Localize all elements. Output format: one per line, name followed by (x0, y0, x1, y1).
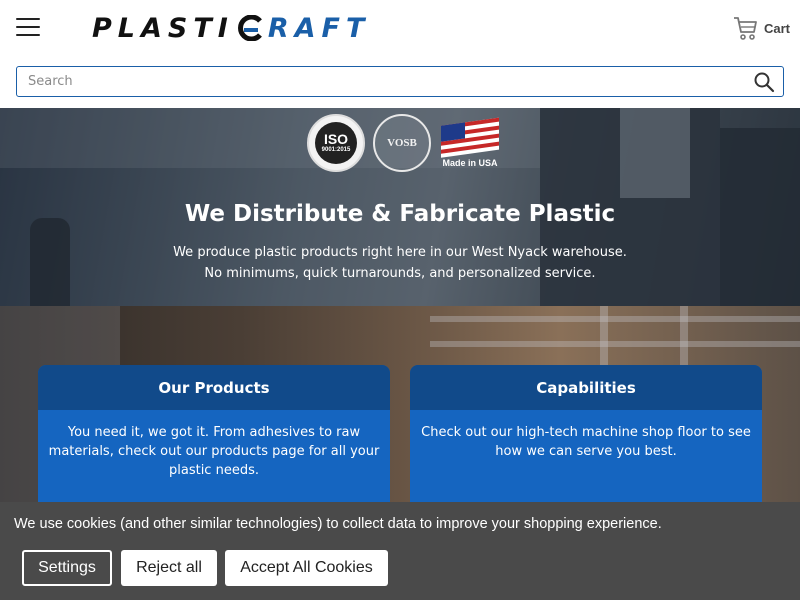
cookie-banner: We use cookies (and other similar techno… (0, 502, 800, 600)
logo-text-part2: RAFT (267, 12, 371, 44)
shelf-line (430, 316, 800, 322)
hero-banner: ISO 9001:2015 VOSB Made in USA We Distri… (0, 108, 800, 306)
iso-badge-inner: ISO 9001:2015 (315, 122, 357, 164)
search-input[interactable] (17, 67, 747, 96)
cart-icon (733, 17, 757, 40)
hero-subtitle-line2: No minimums, quick turnarounds, and pers… (204, 266, 596, 281)
shelf-line (430, 341, 800, 347)
hero-title: We Distribute & Fabricate Plastic (184, 201, 616, 227)
iso-badge-subtitle: 9001:2015 (321, 147, 351, 153)
cookie-banner-text: We use cookies (and other similar techno… (14, 516, 662, 532)
logo-c-mark-icon (237, 15, 262, 41)
site-logo[interactable]: PLASTI RAFT (92, 12, 370, 44)
card-our-products[interactable]: Our Products You need it, we got it. Fro… (38, 365, 390, 502)
card-our-products-title: Our Products (38, 365, 390, 410)
usa-badge-text: Made in USA (442, 158, 498, 168)
usa-flag-icon (441, 117, 499, 158)
cookie-reject-all-button[interactable]: Reject all (121, 550, 217, 586)
hero-subtitle-line1: We produce plastic products right here i… (173, 245, 627, 260)
cookie-accept-all-button[interactable]: Accept All Cookies (225, 550, 388, 586)
iso-badge-title: ISO (323, 131, 349, 147)
cookie-settings-button[interactable]: Settings (22, 550, 112, 586)
services-section: Our Products You need it, we got it. Fro… (0, 306, 800, 502)
iso-badge: ISO 9001:2015 (307, 114, 365, 172)
card-capabilities[interactable]: Capabilities Check out our high-tech mac… (410, 365, 762, 502)
vosb-badge-text: VOSB (387, 137, 417, 149)
vosb-badge: VOSB (373, 114, 431, 172)
logo-text-part1: PLASTI (92, 12, 234, 44)
cart-label: Cart (763, 20, 790, 36)
search-bar (16, 66, 784, 97)
card-capabilities-body: Check out our high-tech machine shop flo… (421, 425, 751, 459)
hamburger-menu-icon[interactable] (16, 18, 40, 38)
card-capabilities-title: Capabilities (410, 365, 762, 410)
search-icon[interactable] (753, 71, 775, 93)
site-header: PLASTI RAFT Cart (0, 0, 800, 56)
certification-badges: ISO 9001:2015 VOSB Made in USA (307, 112, 501, 174)
card-our-products-body: You need it, we got it. From adhesives t… (48, 425, 380, 478)
made-in-usa-badge: Made in USA (439, 114, 501, 172)
cart-button[interactable]: Cart (732, 12, 790, 44)
